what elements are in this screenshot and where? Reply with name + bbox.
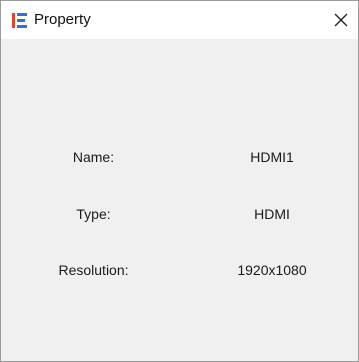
type-value: HDMI xyxy=(254,206,290,222)
property-row-name: Name: HDMI1 xyxy=(1,147,358,167)
properties-panel: Name: HDMI1 Type: HDMI Resolution: 1920x… xyxy=(1,39,358,361)
close-icon xyxy=(334,13,348,27)
property-row-resolution: Resolution: 1920x1080 xyxy=(1,260,358,280)
property-dialog: Property Name: HDMI1 Type: HDMI Resoluti… xyxy=(0,0,359,362)
resolution-label: Resolution: xyxy=(58,262,129,278)
type-label: Type: xyxy=(76,206,111,222)
close-button[interactable] xyxy=(329,8,353,32)
app-logo-icon xyxy=(12,13,27,28)
resolution-value: 1920x1080 xyxy=(237,262,307,278)
title-bar[interactable]: Property xyxy=(1,1,358,39)
name-label: Name: xyxy=(72,149,115,165)
name-value: HDMI1 xyxy=(250,149,294,165)
property-row-type: Type: HDMI xyxy=(1,204,358,224)
window-title: Property xyxy=(34,11,91,28)
